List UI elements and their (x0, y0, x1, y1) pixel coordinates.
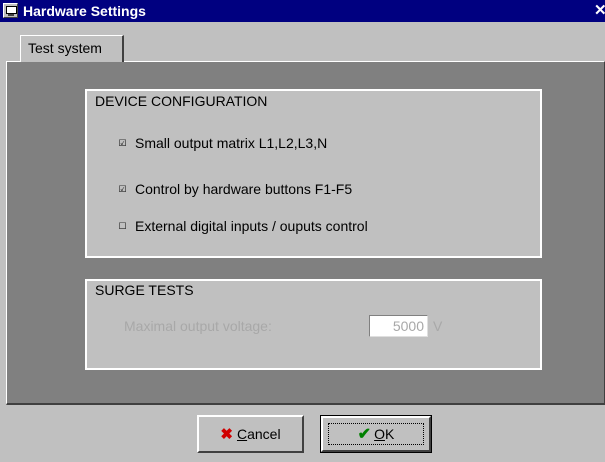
voltage-unit: V (433, 318, 443, 334)
ok-label: K (384, 426, 395, 442)
max-voltage-label: Maximal output voltage: (124, 318, 272, 334)
title-bar: Hardware Settings ✕ (0, 0, 605, 22)
checkbox-label: Small output matrix L1,L2,L3,N (135, 135, 328, 151)
window-title: Hardware Settings (23, 3, 146, 19)
computer-icon (3, 3, 18, 18)
cancel-button[interactable]: ✖ Cancel (197, 415, 304, 453)
checkbox-label: External digital inputs / ouputs control (135, 218, 368, 234)
checkbox-label: Control by hardware buttons F1-F5 (135, 181, 353, 197)
surge-tests-title: SURGE TESTS (90, 282, 199, 298)
checkbox-box: ☑ (118, 184, 127, 194)
close-icon[interactable]: ✕ (594, 3, 605, 19)
max-voltage-input[interactable] (369, 315, 428, 337)
x-icon: ✖ (220, 426, 233, 443)
tab-test-system[interactable]: Test system (20, 35, 124, 62)
ok-button[interactable]: ✔ OK (320, 415, 432, 453)
tab-label: Test system (28, 40, 102, 56)
cancel-label: ancel (247, 426, 281, 442)
cancel-mnemonic: C (236, 426, 248, 442)
checkmark-icon: ✔ (357, 426, 372, 443)
checkbox-box: ☑ (118, 138, 127, 148)
device-configuration-title: DEVICE CONFIGURATION (90, 93, 273, 109)
checkbox-box: ☐ (118, 221, 127, 231)
ok-mnemonic: O (374, 426, 385, 442)
